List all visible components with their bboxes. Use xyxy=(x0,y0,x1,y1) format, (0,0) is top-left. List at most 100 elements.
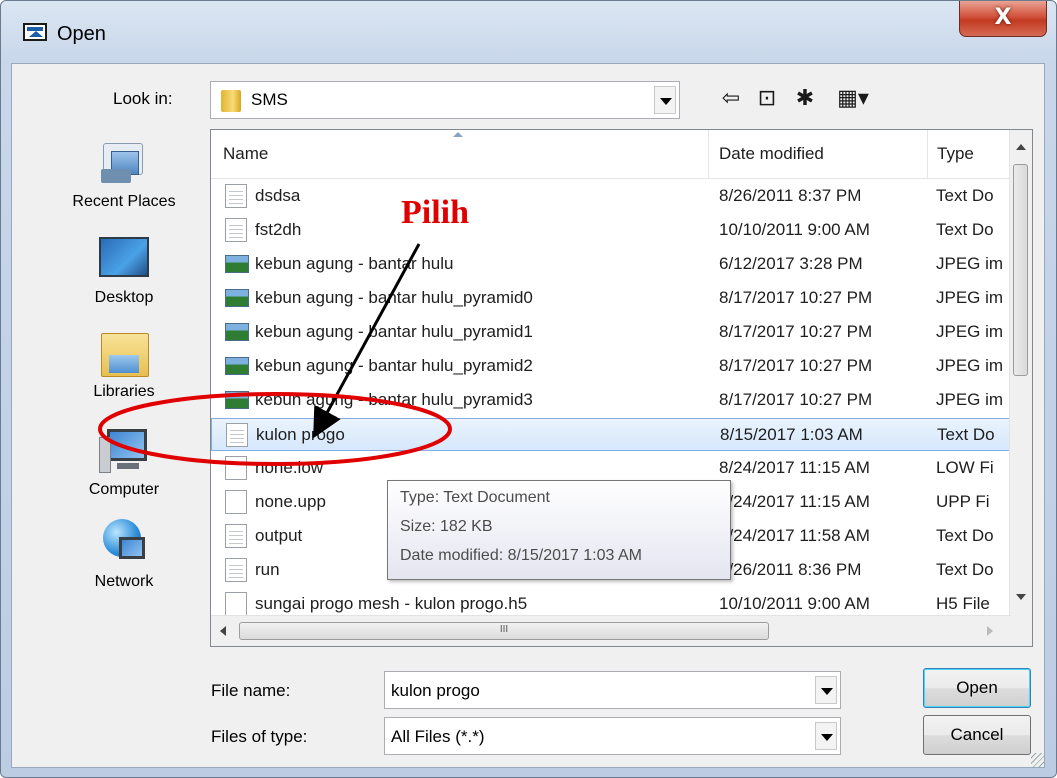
scroll-up-icon[interactable] xyxy=(1016,144,1026,150)
file-name: kebun agung - bantar hulu_pyramid2 xyxy=(255,356,533,375)
place-desktop[interactable]: Desktop xyxy=(49,233,199,307)
column-name[interactable]: Name xyxy=(223,144,268,164)
open-button[interactable]: Open xyxy=(923,668,1031,708)
file-type: JPEG im xyxy=(936,254,1004,273)
text-file-icon xyxy=(225,184,247,208)
place-computer[interactable]: Computer xyxy=(49,425,199,499)
file-type: JPEG im xyxy=(936,390,1004,409)
back-icon[interactable]: ⇦ xyxy=(719,87,743,111)
resize-grip-icon[interactable] xyxy=(1031,753,1045,767)
scroll-down-icon[interactable] xyxy=(1016,594,1026,600)
file-name: none.upp xyxy=(255,492,326,511)
look-in-dropdown[interactable]: SMS xyxy=(210,81,680,119)
file-row[interactable]: kebun agung - bantar hulu_pyramid3 8/17/2… xyxy=(211,384,1011,417)
cancel-button[interactable]: Cancel xyxy=(923,715,1031,755)
file-date-modified: 8/24/2017 11:15 AM xyxy=(719,492,870,511)
text-file-icon xyxy=(225,558,247,582)
column-header-row: Name Date modified Type xyxy=(211,130,1011,179)
close-icon: X xyxy=(994,5,1012,30)
column-type[interactable]: Type xyxy=(937,144,974,164)
place-recent-places[interactable]: Recent Places xyxy=(49,137,199,211)
sort-ascending-icon xyxy=(453,132,463,137)
place-label: Libraries xyxy=(93,383,155,400)
file-name: kulon progo xyxy=(256,425,345,444)
look-in-label: Look in: xyxy=(113,89,173,108)
file-row[interactable]: fst2dh 10/10/2011 9:00 AM Text Do xyxy=(211,214,1011,247)
view-menu-icon[interactable]: ▦▾ xyxy=(833,87,873,111)
title-bar[interactable]: Open X xyxy=(1,1,1056,63)
file-date-modified: 8/17/2017 10:27 PM xyxy=(719,322,873,341)
horizontal-scrollbar[interactable]: III xyxy=(211,615,1011,646)
vertical-scrollbar[interactable] xyxy=(1009,130,1032,616)
file-type: Text Do xyxy=(936,560,994,579)
desktop-icon xyxy=(97,233,151,285)
file-date-modified: 8/24/2017 11:58 AM xyxy=(719,526,870,545)
tooltip-date: Date modified: 8/15/2017 1:03 AM xyxy=(400,547,642,564)
file-date-modified: 8/26/2011 8:37 PM xyxy=(719,186,862,205)
up-folder-icon[interactable]: ⊡ xyxy=(755,87,779,111)
text-file-icon xyxy=(225,218,247,242)
file-name-value: kulon progo xyxy=(391,681,480,700)
place-label: Desktop xyxy=(94,289,154,306)
place-network[interactable]: Network xyxy=(49,517,199,591)
file-date-modified: 10/10/2011 9:00 AM xyxy=(719,594,870,613)
file-row[interactable]: kebun agung - bantar hulu_pyramid0 8/17/2… xyxy=(211,282,1011,315)
file-row[interactable]: kulon progo 8/15/2017 1:03 AM Text Do xyxy=(211,418,1011,451)
annotation-label: Pilih xyxy=(401,194,470,231)
file-type: Text Do xyxy=(936,220,994,239)
file-type-select[interactable]: All Files (*.*) xyxy=(384,717,841,755)
file-type-value: All Files (*.*) xyxy=(391,727,485,746)
file-date-modified: 10/10/2011 9:00 AM xyxy=(719,220,870,239)
place-libraries[interactable]: Libraries xyxy=(49,327,199,401)
file-name: fst2dh xyxy=(255,220,302,239)
file-name: run xyxy=(255,560,280,579)
file-name: sungai progo mesh - kulon progo.h5 xyxy=(255,594,528,613)
image-file-icon xyxy=(225,391,249,409)
text-file-icon xyxy=(225,524,247,548)
file-type: Text Do xyxy=(936,526,994,545)
file-type: LOW Fi xyxy=(936,458,994,477)
file-name-field[interactable]: kulon progo xyxy=(384,671,841,709)
recent-places-icon xyxy=(97,137,151,189)
place-label: Network xyxy=(94,573,154,590)
chevron-down-icon[interactable] xyxy=(815,722,837,750)
file-type-label: Files of type: xyxy=(211,727,308,746)
file-info-tooltip: Type: Text Document Size: 182 KB Date mo… xyxy=(387,480,731,580)
scroll-left-icon[interactable] xyxy=(220,626,226,636)
file-type: UPP Fi xyxy=(936,492,990,511)
scroll-right-icon[interactable] xyxy=(987,626,993,636)
file-icon xyxy=(225,456,247,480)
file-name: kebun agung - bantar hulu_pyramid1 xyxy=(255,322,533,341)
file-row[interactable]: dsdsa 8/26/2011 8:37 PM Text Do xyxy=(211,180,1011,213)
file-date-modified: 6/12/2017 3:28 PM xyxy=(719,254,863,273)
file-date-modified: 8/24/2017 11:15 AM xyxy=(719,458,870,477)
file-name-label: File name: xyxy=(211,681,291,700)
file-name: kebun agung - bantar hulu_pyramid3 xyxy=(255,390,533,409)
file-date-modified: 8/17/2017 10:27 PM xyxy=(719,356,873,375)
tooltip-size: Size: 182 KB xyxy=(400,518,493,535)
look-in-value: SMS xyxy=(251,90,288,109)
horizontal-scroll-thumb[interactable]: III xyxy=(239,622,769,640)
file-row[interactable]: kebun agung - bantar hulu_pyramid1 8/17/2… xyxy=(211,316,1011,349)
file-name: kebun agung - bantar hulu_pyramid0 xyxy=(255,288,533,307)
file-name: kebun agung - bantar hulu xyxy=(255,254,454,273)
file-name: dsdsa xyxy=(255,186,301,205)
file-type: Text Do xyxy=(936,186,994,205)
file-row[interactable]: kebun agung - bantar hulu 6/12/2017 3:28 … xyxy=(211,248,1011,281)
close-button[interactable]: X xyxy=(959,1,1047,37)
column-date-modified[interactable]: Date modified xyxy=(719,144,824,164)
file-date-modified: 8/15/2017 1:03 AM xyxy=(720,425,863,444)
file-type: JPEG im xyxy=(936,288,1004,307)
file-date-modified: 8/26/2011 8:36 PM xyxy=(719,560,862,579)
libraries-icon xyxy=(97,327,151,379)
image-file-icon xyxy=(225,255,249,273)
vertical-scroll-thumb[interactable] xyxy=(1013,164,1028,376)
file-row[interactable]: kebun agung - bantar hulu_pyramid2 8/17/2… xyxy=(211,350,1011,383)
new-folder-icon[interactable]: ✱ xyxy=(793,87,817,111)
chevron-down-icon[interactable] xyxy=(654,86,676,114)
file-icon xyxy=(225,592,247,616)
window-icon xyxy=(23,23,47,41)
chevron-down-icon[interactable] xyxy=(815,676,837,704)
image-file-icon xyxy=(225,357,249,375)
tooltip-type: Type: Text Document xyxy=(400,489,550,506)
